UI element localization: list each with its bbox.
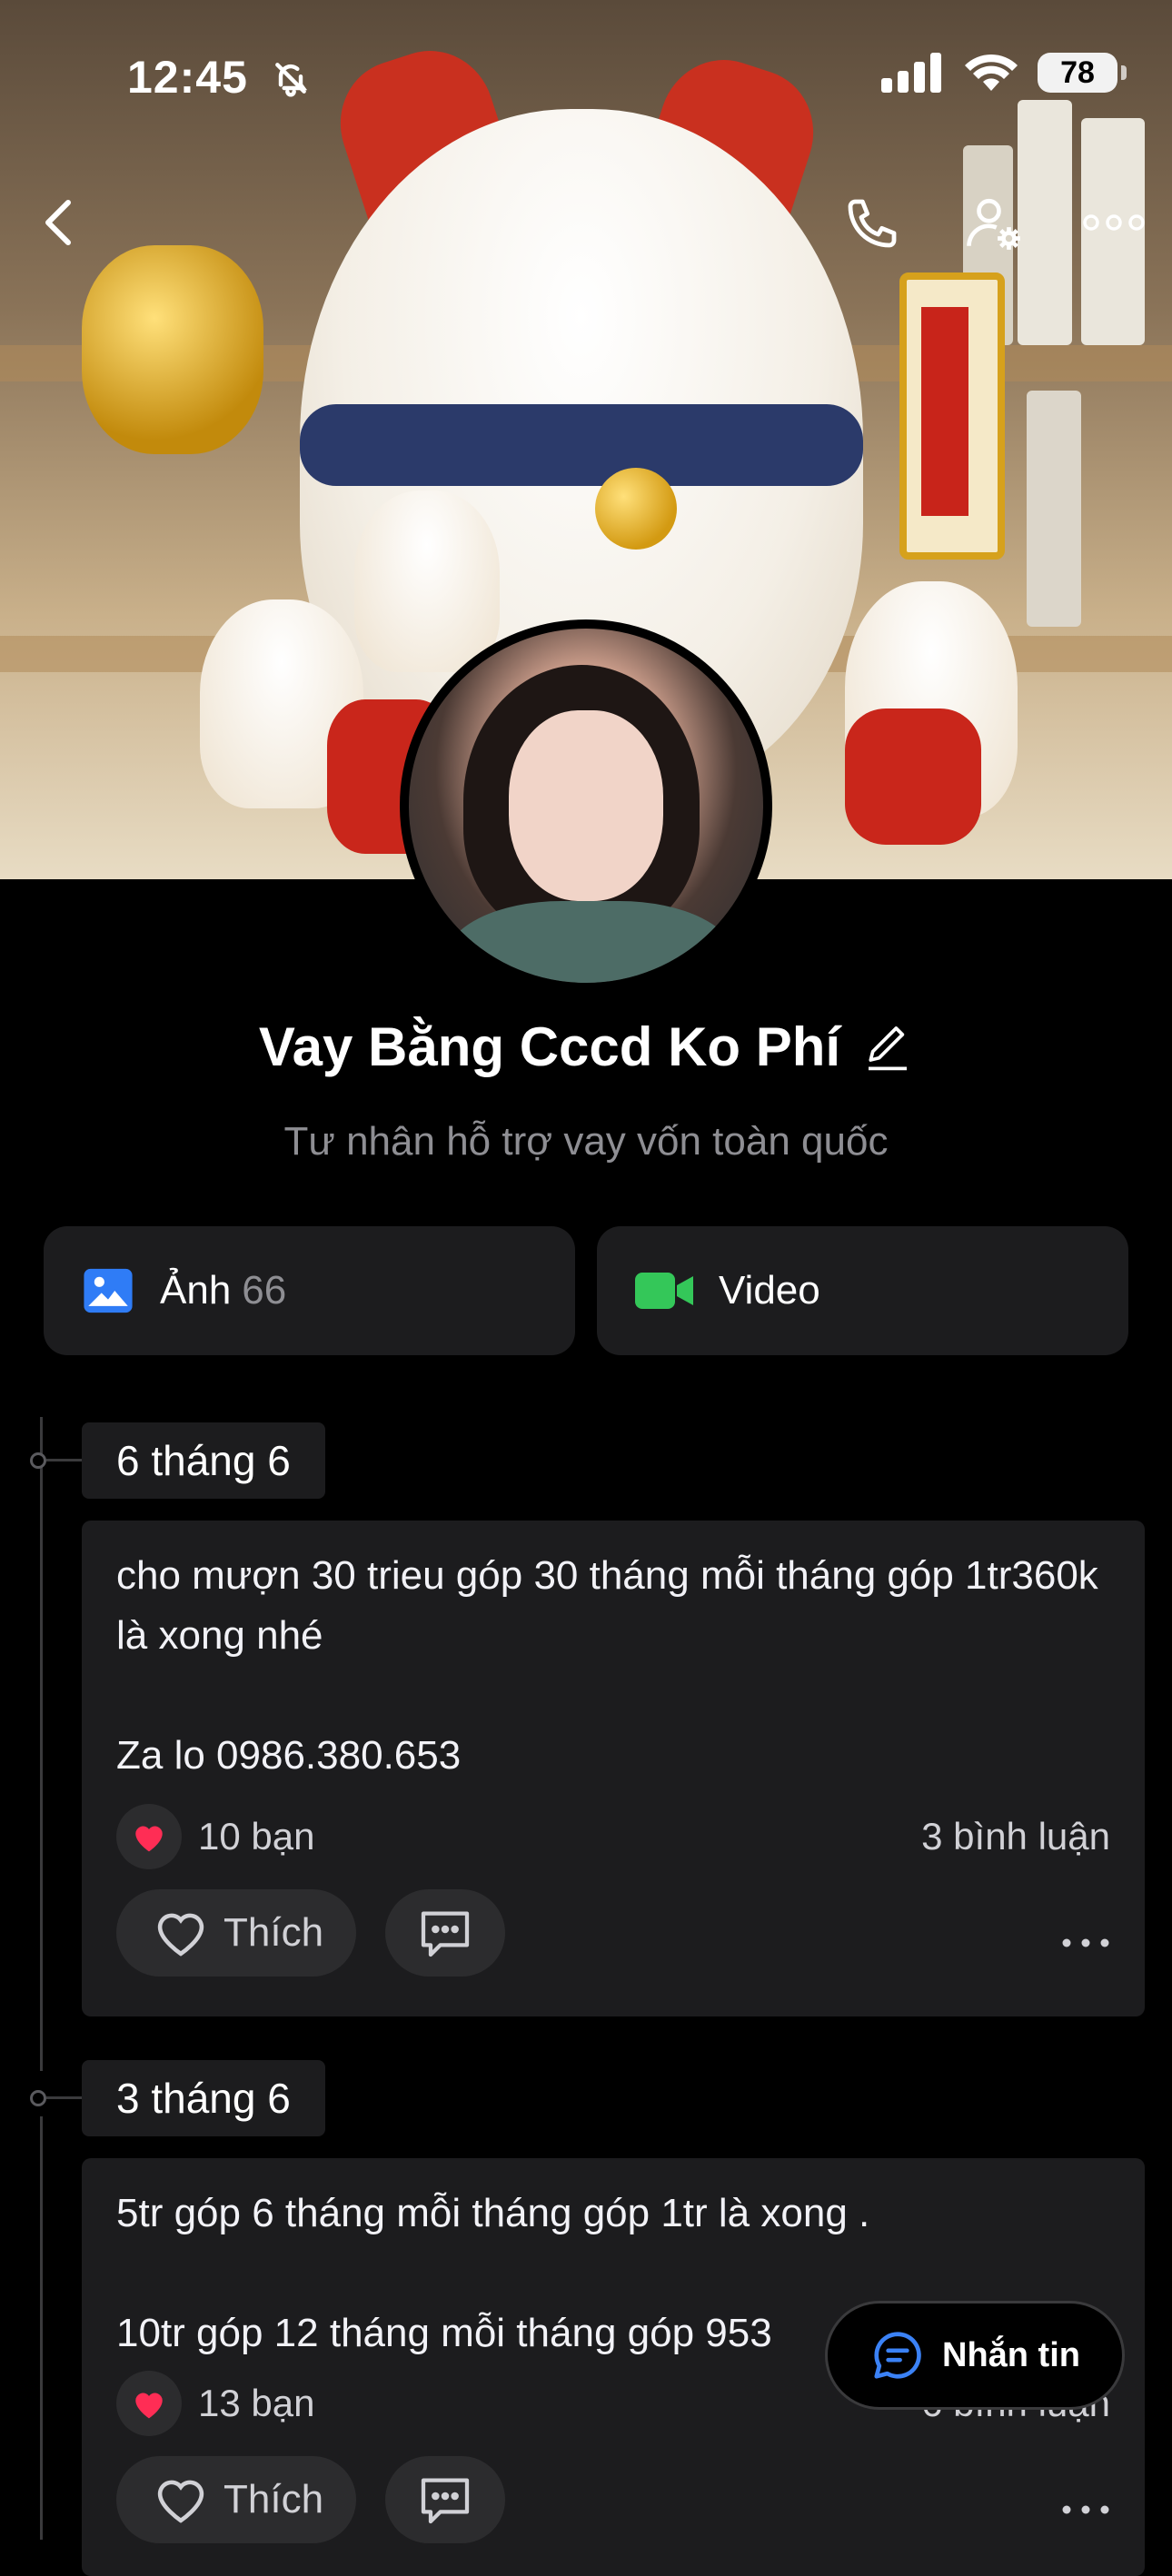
like-label: Thích [223,2477,324,2522]
timeline-connector [46,2096,83,2099]
status-indicators: 78 [881,53,1127,93]
heart-reaction-icon [116,1804,182,1869]
like-button[interactable]: Thích [116,2456,357,2543]
cover-gold-pot [82,245,263,454]
timeline-dot [30,2090,46,2106]
comment-bubble-icon [421,1911,470,1957]
photos-button[interactable]: Ảnh 66 [44,1226,575,1355]
post-action-row: Thích [116,1889,1110,1977]
profile-name-row: Vay Bằng Cccd Ko Phí [0,1016,1172,1078]
cover-cat-collar [300,404,863,486]
send-message-button[interactable]: Nhắn tin [825,2301,1125,2410]
videos-label: Video [719,1268,820,1313]
pencil-icon [869,1025,908,1070]
reaction-summary[interactable]: 10 bạn [116,1804,314,1869]
post-date: 6 tháng 6 [82,1422,325,1499]
mute-bell-icon [271,58,311,103]
chevron-left-icon [45,200,71,245]
comment-bubble-icon [421,2478,470,2524]
cover-book [1027,391,1081,627]
user-settings-icon [967,198,1020,250]
post-more-button[interactable] [1061,2472,1110,2527]
edit-name-button[interactable] [862,1022,913,1073]
reaction-summary[interactable]: 13 bạn [116,2371,314,2436]
cover-scroll [899,272,1005,560]
status-time: 12:45 [127,52,248,103]
back-button[interactable] [27,191,91,254]
cover-small-cat [354,490,500,672]
like-button[interactable]: Thích [116,1889,357,1977]
more-horizontal-icon [1062,1938,1109,1947]
post-action-row: Thích [116,2456,1110,2543]
profile-bio: Tư nhân hỗ trợ vay vốn toàn quốc [283,1119,889,1164]
heart-outline-icon [157,1913,204,1957]
more-horizontal-icon [1083,214,1145,231]
comment-button[interactable] [385,2456,506,2543]
post-reaction-row: 10 bạn 3 bình luận [116,1804,1110,1869]
like-label: Thích [223,1910,324,1955]
comment-button[interactable] [385,1889,506,1977]
profile-avatar[interactable] [400,619,772,992]
chat-bubble-icon [874,2332,921,2379]
profile-name: Vay Bằng Cccd Ko Phí [258,1016,841,1077]
image-icon [84,1268,133,1313]
battery-indicator: 78 [1038,53,1127,93]
reaction-count: 13 bạn [198,2382,315,2424]
post-card[interactable]: cho mượn 30 trieu góp 30 tháng mỗi tháng… [82,1521,1145,2016]
video-camera-icon [635,1273,693,1309]
photos-label: Ảnh [160,1268,232,1313]
timeline-dot [30,1452,46,1469]
heart-reaction-icon [116,2371,182,2436]
post-more-button[interactable] [1061,1906,1110,1960]
timeline-line [40,1417,43,2071]
cover-cat-bell [595,468,677,550]
post-text: cho mượn 30 trieu góp 30 tháng mỗi tháng… [116,1553,1098,1778]
wifi-icon [965,54,1018,91]
call-button[interactable] [836,187,909,260]
profile-settings-button[interactable] [958,187,1030,260]
more-horizontal-icon [1062,2505,1109,2514]
comment-count[interactable]: 3 bình luận [921,1815,1110,1858]
post-date: 3 tháng 6 [82,2060,325,2136]
reaction-count: 10 bạn [198,1815,315,1858]
more-options-button[interactable] [1078,191,1150,254]
send-message-label: Nhắn tin [942,2335,1080,2374]
videos-button[interactable]: Video [597,1226,1128,1355]
timeline-connector [46,1459,83,1461]
photos-count: 66 [242,1268,287,1313]
phone-icon [848,199,897,248]
heart-outline-icon [157,2480,204,2523]
signal-icon [881,53,941,93]
cover-red-ornament [845,708,981,845]
timeline-line [40,2116,43,2540]
